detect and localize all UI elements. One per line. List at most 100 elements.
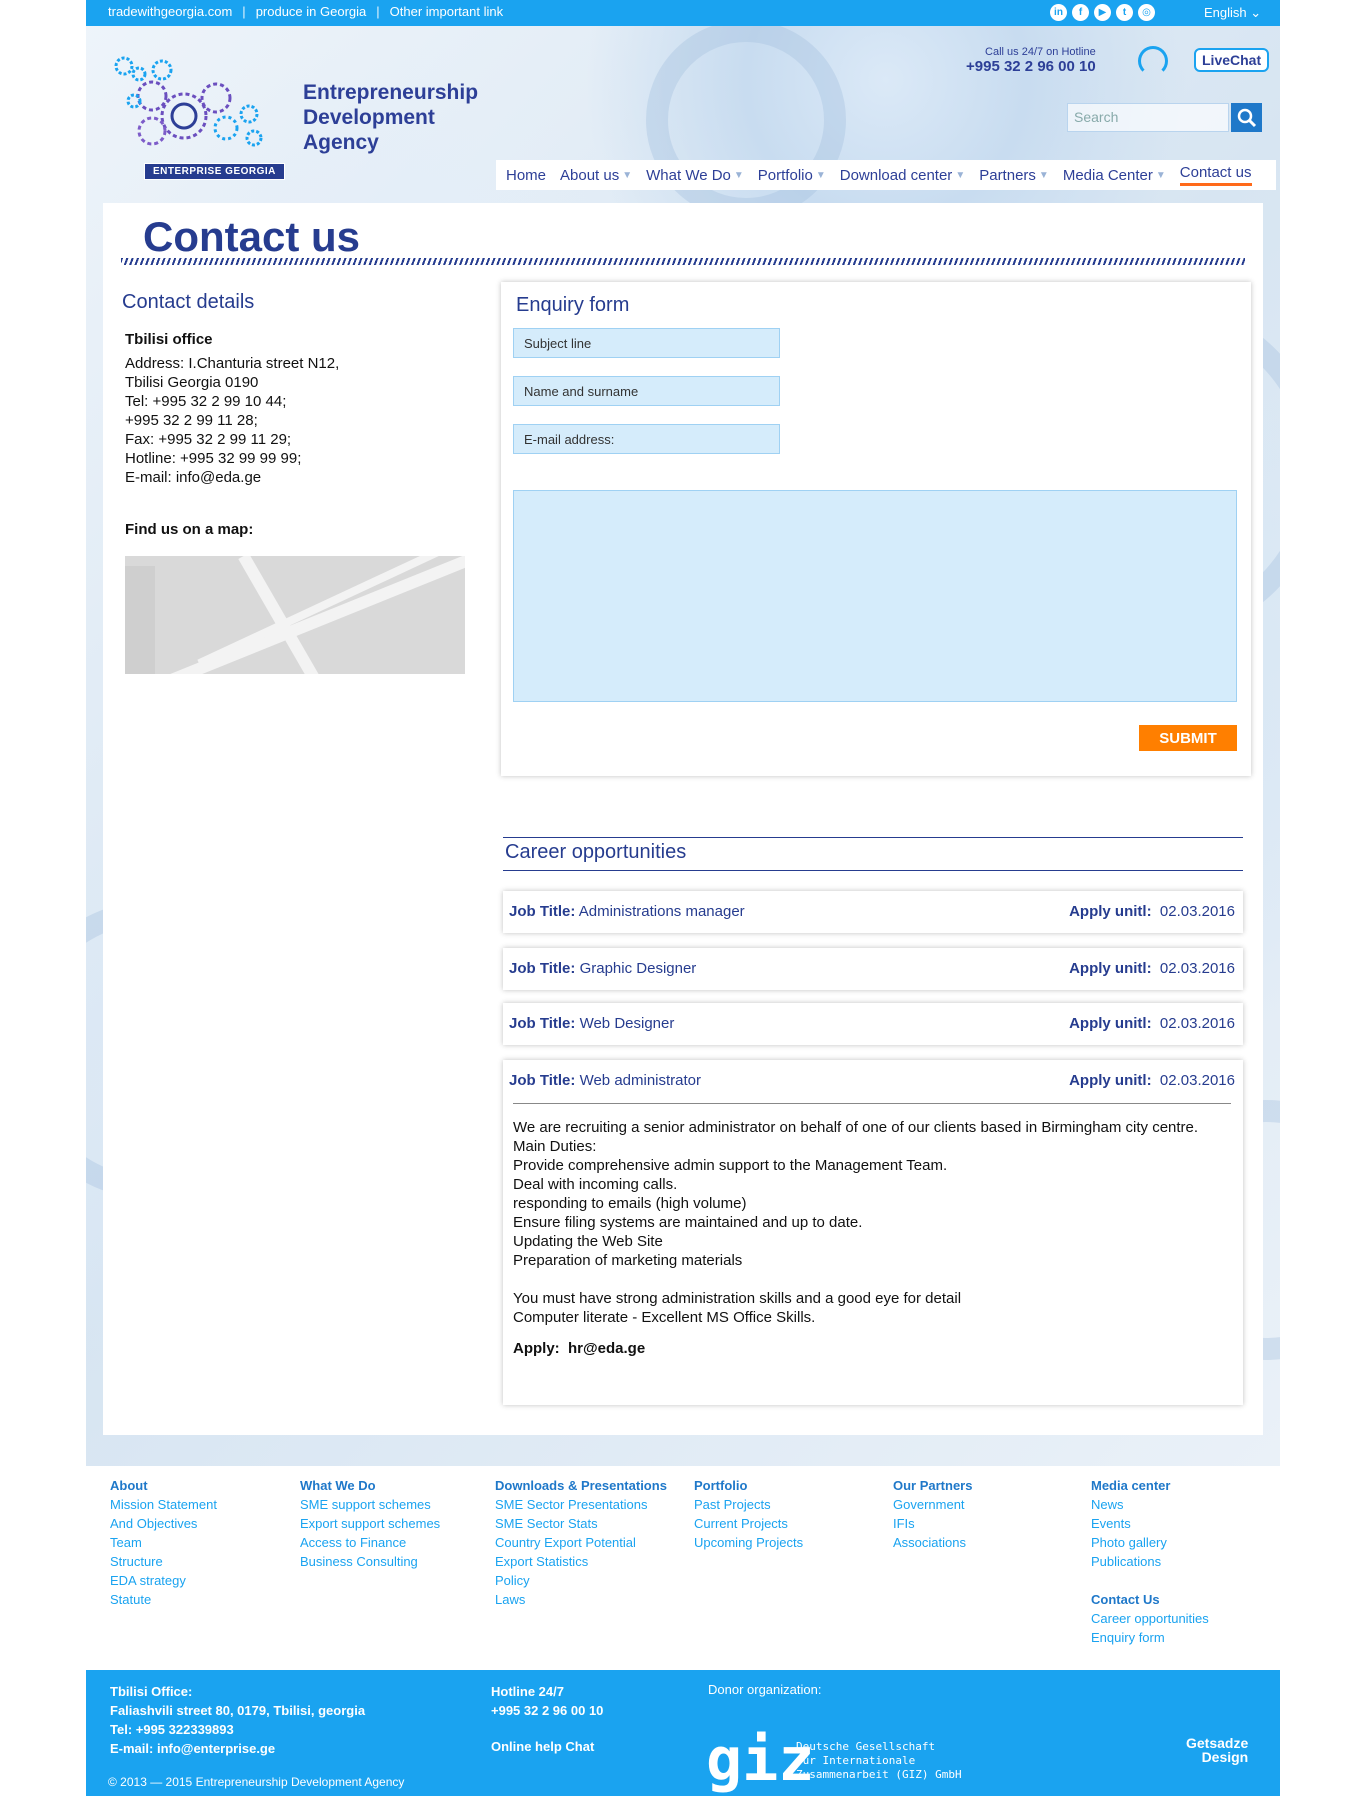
- subject-input[interactable]: Subject line: [513, 328, 780, 358]
- footer-link[interactable]: Mission Statement: [110, 1495, 217, 1514]
- footer-link[interactable]: And Objectives: [110, 1514, 217, 1533]
- footer-col-about: About Mission Statement And Objectives T…: [110, 1476, 217, 1609]
- footer-link[interactable]: Enquiry form: [1091, 1628, 1209, 1647]
- apply-until-label: Apply unitl:: [1069, 1015, 1152, 1032]
- agency-name[interactable]: Entrepreneurship Development Agency: [303, 80, 478, 155]
- footer-heading[interactable]: Media center: [1091, 1476, 1209, 1495]
- language-selector[interactable]: English ⌄: [1204, 5, 1261, 21]
- footer-heading[interactable]: Downloads & Presentations: [495, 1476, 667, 1495]
- footer-heading[interactable]: Portfolio: [694, 1476, 803, 1495]
- footer-spacer: [1091, 1571, 1209, 1590]
- apply-date: 02.03.2016: [1159, 903, 1235, 920]
- footer-link[interactable]: Laws: [495, 1590, 667, 1609]
- apply-email[interactable]: hr@eda.ge: [568, 1340, 645, 1357]
- location-map[interactable]: [125, 556, 465, 674]
- footer-link[interactable]: Team: [110, 1533, 217, 1552]
- footer-link[interactable]: Career opportunities: [1091, 1609, 1209, 1628]
- contact-line: Tel: +995 32 2 99 10 44;: [125, 393, 287, 410]
- gears-logo-icon[interactable]: [104, 56, 274, 176]
- name-input[interactable]: Name and surname: [513, 376, 780, 406]
- footer-col-downloads: Downloads & Presentations SME Sector Pre…: [495, 1476, 667, 1609]
- divider: [513, 1103, 1231, 1104]
- submit-button[interactable]: SUBMIT: [1139, 725, 1237, 751]
- job-row-expanded[interactable]: Job Title: Web administrator Apply unitl…: [503, 1060, 1243, 1405]
- nav-home[interactable]: Home: [506, 167, 546, 184]
- designer-credit[interactable]: Getsadze Design: [1186, 1736, 1248, 1764]
- youtube-icon[interactable]: ▶: [1094, 4, 1111, 21]
- footer-link[interactable]: Photo gallery: [1091, 1533, 1209, 1552]
- apply-line: Apply: hr@eda.ge: [513, 1339, 1233, 1358]
- linkedin-icon[interactable]: in: [1050, 4, 1067, 21]
- online-chat-link[interactable]: Online help Chat: [491, 1737, 603, 1756]
- nav-contact-us[interactable]: Contact us: [1179, 164, 1252, 186]
- job-label: Job Title:: [509, 1015, 576, 1032]
- footer-link[interactable]: Country Export Potential: [495, 1533, 667, 1552]
- footer-link[interactable]: EDA strategy: [110, 1571, 217, 1590]
- email-input[interactable]: E-mail address:: [513, 424, 780, 454]
- footer-link[interactable]: Policy: [495, 1571, 667, 1590]
- footer-heading[interactable]: What We Do: [300, 1476, 440, 1495]
- caret-down-icon: ▼: [1038, 169, 1049, 181]
- footer-link[interactable]: Access to Finance: [300, 1533, 440, 1552]
- footer-link[interactable]: SME Sector Stats: [495, 1514, 667, 1533]
- desc-line: Updating the Web Site: [513, 1233, 663, 1250]
- footer-link[interactable]: Business Consulting: [300, 1552, 440, 1571]
- footer-link[interactable]: Upcoming Projects: [694, 1533, 803, 1552]
- caret-down-icon: ▼: [1155, 169, 1166, 181]
- office-email[interactable]: E-mail: info@enterprise.ge: [110, 1739, 365, 1758]
- twitter-icon[interactable]: t: [1116, 4, 1133, 21]
- contact-line[interactable]: E-mail: info@eda.ge: [125, 468, 339, 487]
- caret-down-icon: ▼: [955, 169, 966, 181]
- giz-name: Deutsche Gesellschaft für Internationale…: [796, 1740, 962, 1782]
- nav-label: About us: [560, 166, 620, 184]
- footer-heading[interactable]: Our Partners: [893, 1476, 972, 1495]
- footer-link[interactable]: Current Projects: [694, 1514, 803, 1533]
- link-other[interactable]: Other important link: [390, 4, 503, 19]
- enquiry-form: Enquiry form Subject line Name and surna…: [501, 282, 1251, 776]
- job-title: Web Designer: [579, 1015, 675, 1032]
- hotline-number[interactable]: +995 32 2 96 00 10: [966, 58, 1096, 75]
- footer-link[interactable]: Export Statistics: [495, 1552, 667, 1571]
- footer-link[interactable]: SME Sector Presentations: [495, 1495, 667, 1514]
- language-label: English: [1204, 5, 1247, 20]
- hotline-heading: Hotline 24/7: [491, 1684, 564, 1699]
- nav-about-us[interactable]: About us ▼: [560, 167, 632, 184]
- bottom-bar: Tbilisi Office: Faliashvili street 80, 0…: [86, 1670, 1280, 1796]
- nav-what-we-do[interactable]: What We Do ▼: [646, 167, 744, 184]
- desc-line: Ensure filing systems are maintained and…: [513, 1214, 863, 1231]
- job-row[interactable]: Job Title: Web Designer Apply unitl: 02.…: [503, 1003, 1243, 1045]
- apply-until-label: Apply unitl:: [1069, 960, 1152, 977]
- footer-link[interactable]: Export support schemes: [300, 1514, 440, 1533]
- search-button[interactable]: [1231, 103, 1262, 132]
- footer-heading[interactable]: Contact Us: [1091, 1590, 1209, 1609]
- footer-link[interactable]: Publications: [1091, 1552, 1209, 1571]
- giz-line: für Internationale: [796, 1754, 916, 1767]
- message-textarea[interactable]: [513, 490, 1237, 702]
- footer-link[interactable]: Past Projects: [694, 1495, 803, 1514]
- footer-link[interactable]: Events: [1091, 1514, 1209, 1533]
- footer-heading[interactable]: About: [110, 1476, 217, 1495]
- desc-line: Main Duties:: [513, 1138, 597, 1155]
- footer-link[interactable]: Associations: [893, 1533, 972, 1552]
- footer-link[interactable]: Structure: [110, 1552, 217, 1571]
- nav-media-center[interactable]: Media Center ▼: [1063, 167, 1166, 184]
- footer-link[interactable]: SME support schemes: [300, 1495, 440, 1514]
- nav-download-center[interactable]: Download center ▼: [840, 167, 965, 184]
- footer-link[interactable]: Statute: [110, 1590, 217, 1609]
- desc-line: Preparation of marketing materials: [513, 1252, 743, 1269]
- job-row[interactable]: Job Title: Administrations manager Apply…: [503, 891, 1243, 933]
- nav-label: What We Do: [646, 166, 731, 184]
- instagram-icon[interactable]: ◎: [1138, 4, 1155, 21]
- livechat-button[interactable]: LiveChat: [1194, 48, 1270, 72]
- search-input[interactable]: Search: [1067, 103, 1229, 132]
- link-produce-in-georgia[interactable]: produce in Georgia: [256, 4, 367, 19]
- footer-link[interactable]: Government: [893, 1495, 972, 1514]
- link-tradewithgeorgia[interactable]: tradewithgeorgia.com: [108, 4, 232, 19]
- footer-link[interactable]: IFIs: [893, 1514, 972, 1533]
- footer-link[interactable]: News: [1091, 1495, 1209, 1514]
- nav-partners[interactable]: Partners ▼: [979, 167, 1049, 184]
- job-row[interactable]: Job Title: Graphic Designer Apply unitl:…: [503, 948, 1243, 990]
- facebook-icon[interactable]: f: [1072, 4, 1089, 21]
- brand-line: Agency: [303, 131, 379, 154]
- nav-portfolio[interactable]: Portfolio ▼: [758, 167, 826, 184]
